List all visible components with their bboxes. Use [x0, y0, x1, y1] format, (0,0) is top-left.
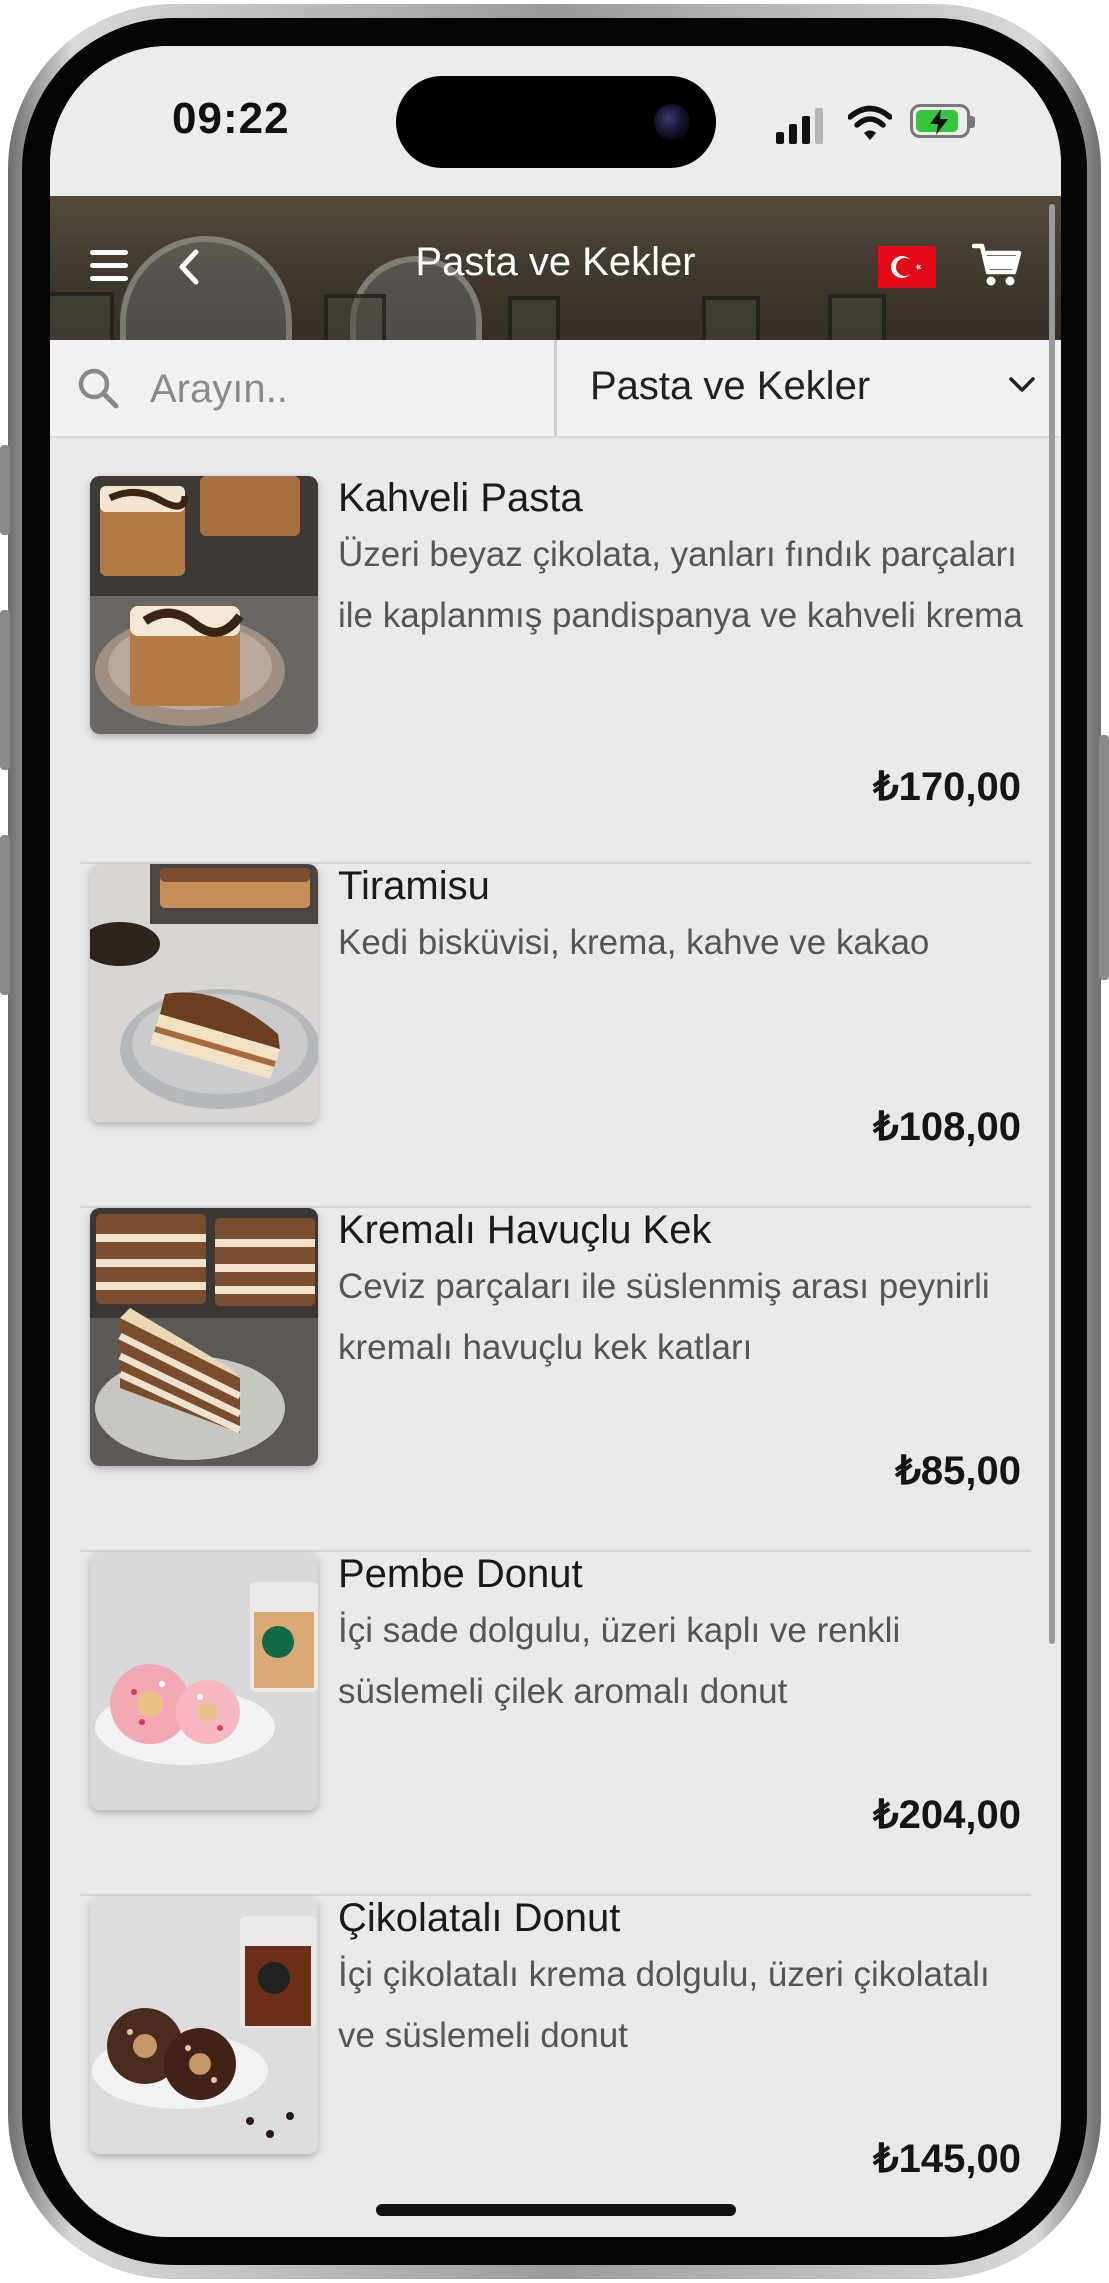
product-image [90, 1552, 318, 1810]
product-name: Çikolatalı Donut [338, 1896, 621, 1940]
camera-icon [654, 104, 690, 140]
product-image [90, 1208, 318, 1466]
product-price: ₺85,00 [895, 1449, 1021, 1493]
product-name: Kahveli Pasta [338, 476, 583, 520]
product-price: ₺108,00 [873, 1105, 1021, 1149]
cart-icon[interactable] [972, 240, 1022, 290]
search-box [50, 340, 557, 436]
filter-bar: Pasta ve Kekler [50, 340, 1061, 438]
product-description: Üzeri beyaz çikolata, yanları fındık par… [338, 535, 1023, 635]
battery-icon [910, 104, 975, 138]
status-time: 09:22 [172, 94, 290, 143]
product-description: İçi çikolatalı krema dolgulu, üzeri çiko… [338, 1955, 990, 2055]
product-image [90, 476, 318, 734]
product-image [90, 864, 318, 1122]
search-icon [78, 368, 119, 409]
product-description: Ceviz parçaları ile süslenmiş arası peyn… [338, 1267, 990, 1367]
search-input[interactable] [148, 362, 532, 416]
product-price: ₺170,00 [873, 765, 1021, 809]
app-header: Pasta ve Kekler [50, 196, 1061, 340]
dynamic-island [396, 76, 716, 168]
volume-down-button [0, 835, 10, 995]
status-bar: 09:22 [50, 46, 1061, 196]
turkish-flag-icon[interactable] [878, 246, 936, 288]
cellular-signal-icon [776, 108, 826, 144]
screen: 09:22 Pasta ve Kekler Arayın.. Pasta ve … [50, 46, 1061, 2237]
product-name: Kremalı Havuçlu Kek [338, 1208, 712, 1252]
volume-up-button [0, 610, 10, 770]
product-name: Pembe Donut [338, 1552, 583, 1596]
chevron-down-icon [1009, 377, 1035, 392]
product-price: ₺204,00 [873, 1793, 1021, 1837]
home-indicator[interactable] [376, 2204, 736, 2216]
scrollbar[interactable] [1049, 204, 1055, 1644]
charging-bolt-icon [930, 109, 948, 135]
category-dropdown[interactable]: Pasta ve Kekler [560, 340, 1061, 436]
category-selected-value: Pasta ve Kekler [590, 364, 871, 408]
action-button [0, 445, 10, 535]
product-description: İçi sade dolgulu, üzeri kaplı ve renkli … [338, 1611, 901, 1711]
product-name: Tiramisu [338, 864, 490, 908]
wifi-icon [848, 105, 892, 140]
power-button [1099, 735, 1109, 980]
product-image [90, 1896, 318, 2154]
product-description: Kedi bisküvisi, krema, kahve ve kakao [338, 923, 930, 962]
product-price: ₺145,00 [873, 2137, 1021, 2181]
